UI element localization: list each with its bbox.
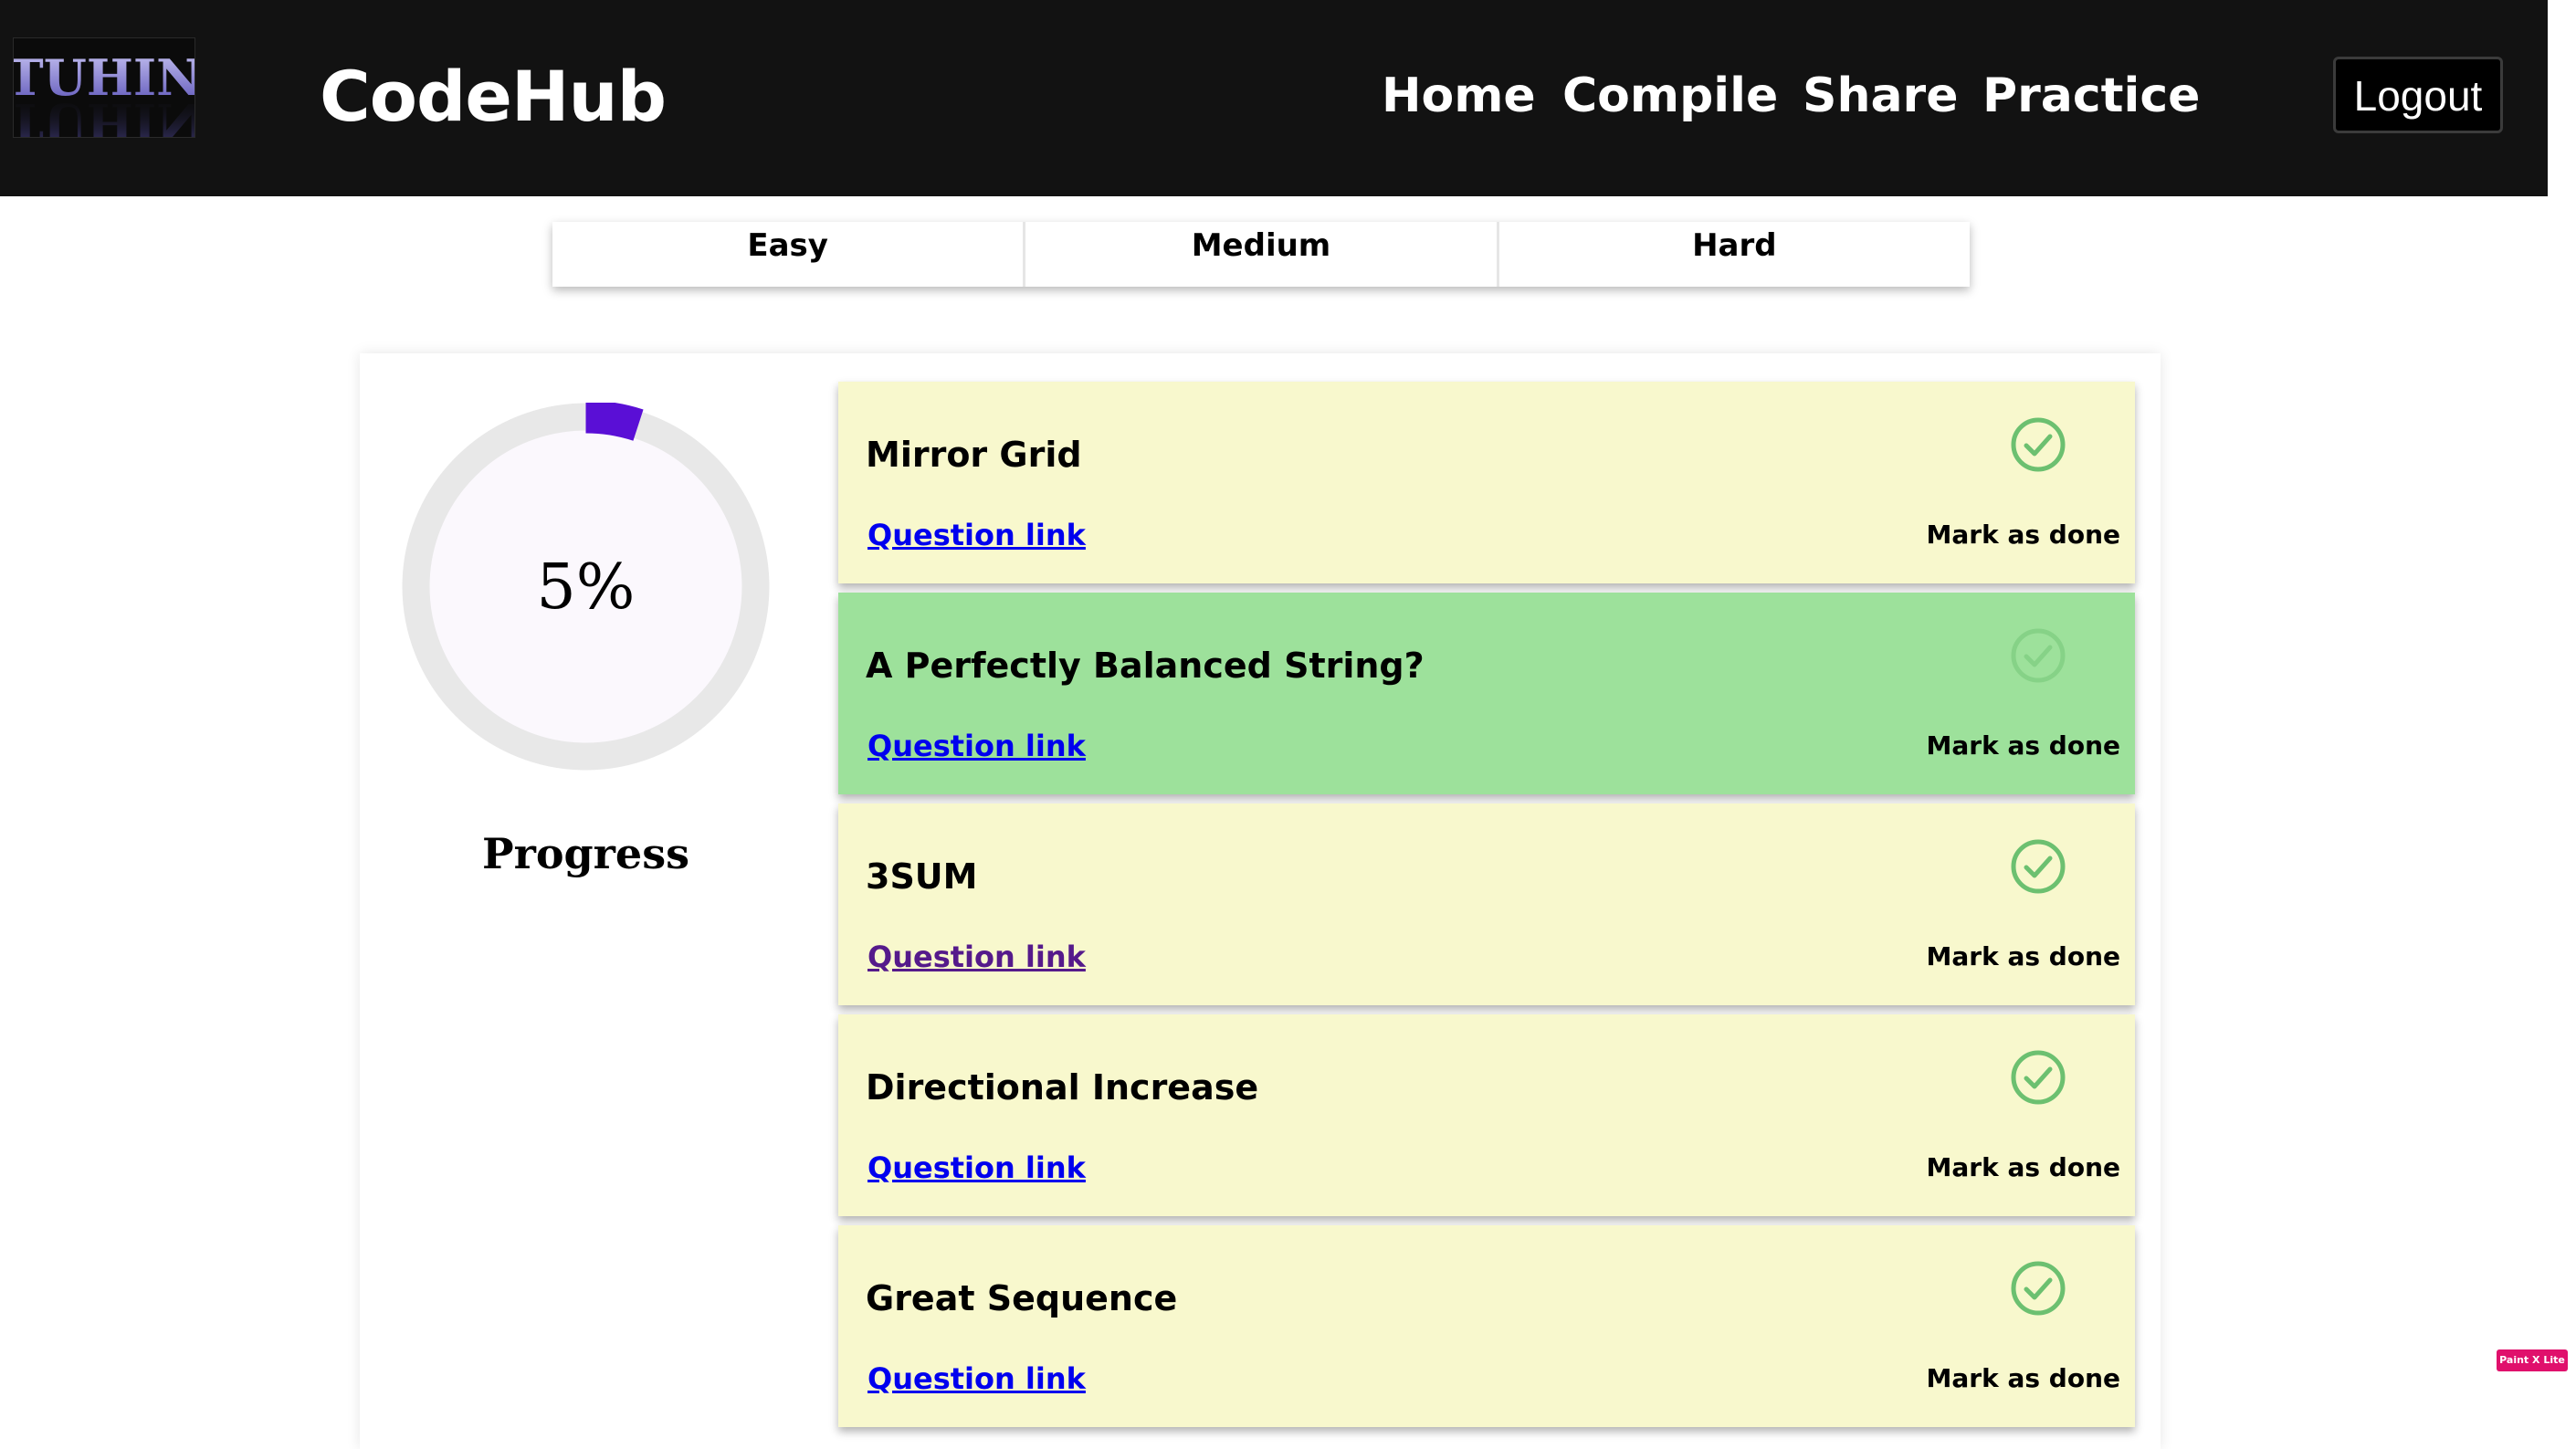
question-card: Great Sequence Question link Mark as don…: [838, 1225, 2135, 1427]
extension-badge[interactable]: Paint X Lite: [2497, 1349, 2568, 1371]
question-title: Great Sequence: [866, 1278, 1178, 1318]
question-card: Mirror Grid Question link Mark as done: [838, 382, 2135, 583]
question-card: Directional Increase Question link Mark …: [838, 1014, 2135, 1216]
logo-reflection: TUHIN: [14, 92, 195, 137]
question-card: A Perfectly Balanced String? Question li…: [838, 593, 2135, 794]
progress-arc: [585, 403, 644, 441]
question-title: 3SUM: [866, 856, 978, 897]
difficulty-tabs: Easy Medium Hard: [552, 222, 1970, 287]
question-title: Directional Increase: [866, 1067, 1259, 1108]
mark-as-done-button[interactable]: Mark as done: [1927, 517, 2120, 553]
check-circle-icon[interactable]: [2010, 838, 2066, 895]
nav-share[interactable]: Share: [1803, 64, 1958, 128]
logout-button[interactable]: Logout: [2333, 57, 2503, 133]
check-circle-icon[interactable]: [2010, 1049, 2066, 1106]
site-logo[interactable]: TUHIN TUHIN: [13, 37, 195, 138]
question-link[interactable]: Question link: [867, 515, 1086, 555]
question-list: Mirror Grid Question link Mark as done A…: [838, 382, 2135, 1436]
brand-title[interactable]: CodeHub: [320, 51, 667, 142]
navbar: TUHIN TUHIN CodeHub Home Compile Share P…: [0, 0, 2548, 196]
question-link[interactable]: Question link: [867, 937, 1086, 977]
question-title: A Perfectly Balanced String?: [866, 646, 1425, 686]
check-circle-icon[interactable]: [2010, 1260, 2066, 1317]
nav-home[interactable]: Home: [1382, 64, 1536, 128]
tab-medium[interactable]: Medium: [1025, 222, 1499, 287]
nav-compile[interactable]: Compile: [1562, 64, 1778, 128]
tab-easy[interactable]: Easy: [552, 222, 1026, 287]
tab-hard[interactable]: Hard: [1498, 222, 1970, 287]
progress-label: Progress: [482, 829, 689, 878]
question-title: Mirror Grid: [866, 435, 1082, 475]
progress-percent: 5%: [536, 551, 636, 624]
check-circle-icon[interactable]: [2010, 416, 2066, 473]
check-circle-icon[interactable]: [2010, 627, 2066, 684]
nav-practice[interactable]: Practice: [1982, 64, 2200, 128]
question-link[interactable]: Question link: [867, 726, 1086, 766]
question-card: 3SUM Question link Mark as done: [838, 803, 2135, 1005]
question-link[interactable]: Question link: [867, 1148, 1086, 1188]
mark-as-done-button[interactable]: Mark as done: [1927, 1150, 2120, 1186]
question-link[interactable]: Question link: [867, 1359, 1086, 1399]
mark-as-done-button[interactable]: Mark as done: [1927, 728, 2120, 764]
mark-as-done-button[interactable]: Mark as done: [1927, 1360, 2120, 1397]
mark-as-done-button[interactable]: Mark as done: [1927, 939, 2120, 975]
